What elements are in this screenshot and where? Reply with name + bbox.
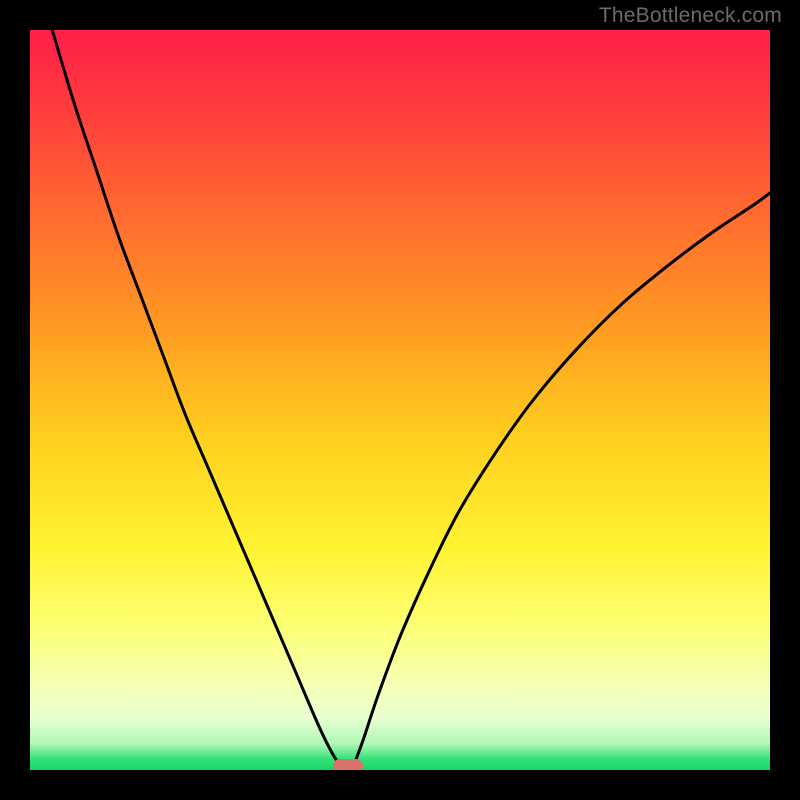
- chart-frame: TheBottleneck.com: [0, 0, 800, 800]
- watermark-text: TheBottleneck.com: [599, 4, 782, 28]
- plot-area: [30, 30, 770, 770]
- curve-right-branch: [352, 193, 770, 770]
- bottleneck-marker: [333, 759, 363, 770]
- curve-layer: [30, 30, 770, 770]
- curve-left-branch: [30, 30, 345, 770]
